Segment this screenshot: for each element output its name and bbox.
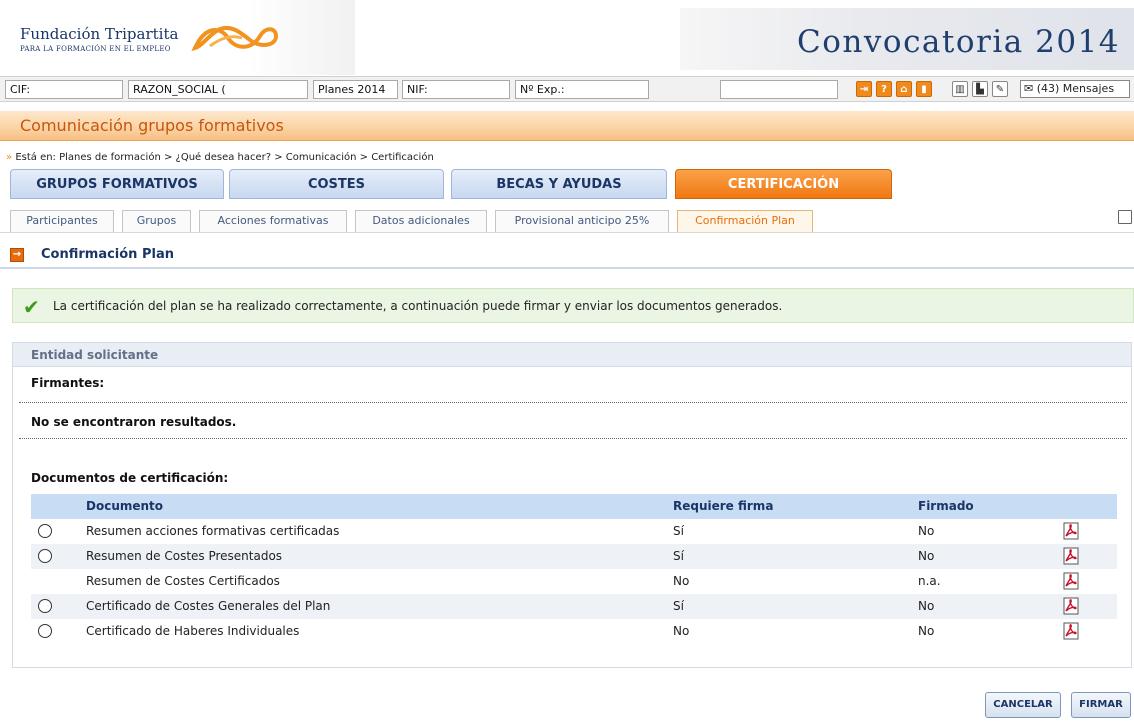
print-icon[interactable]: [1118, 210, 1132, 224]
pdf-icon[interactable]: [1063, 522, 1079, 540]
success-message: La certificación del plan se ha realizad…: [53, 299, 783, 313]
entidad-panel: Entidad solicitante Firmantes: No se enc…: [12, 342, 1132, 668]
sign-button[interactable]: FIRMAR: [1071, 692, 1131, 718]
breadcrumb-text[interactable]: Está en: Planes de formación > ¿Qué dese…: [15, 152, 433, 163]
table-row: Certificado de Costes Generales del Plan…: [31, 594, 1117, 619]
messages-button[interactable]: ✉ (43) Mensajes: [1020, 80, 1130, 98]
row-radio[interactable]: [38, 524, 52, 538]
requiere-firma-value: No: [673, 574, 690, 588]
documents-label: Documentos de certificación:: [31, 471, 229, 485]
panel-title: Entidad solicitante: [31, 348, 159, 362]
mail-icon: ✉: [1024, 82, 1034, 95]
requiere-firma-value: Sí: [673, 524, 684, 538]
section-bar: Comunicación grupos formativos: [0, 111, 1134, 141]
nif-field[interactable]: NIF:: [402, 80, 510, 99]
document-name: Certificado de Costes Generales del Plan: [86, 599, 331, 613]
pdf-icon[interactable]: [1063, 622, 1079, 640]
banner: Convocatoria 2014: [680, 8, 1134, 70]
firmado-value: No: [918, 549, 935, 563]
page-title: Confirmación Plan: [41, 247, 174, 262]
divider: [19, 438, 1127, 439]
cif-field[interactable]: CIF:: [5, 80, 123, 99]
banner-title: Convocatoria 2014: [797, 24, 1120, 60]
exp-field[interactable]: Nº Exp.:: [515, 80, 649, 99]
subtab-provisional-anticipo[interactable]: Provisional anticipo 25%: [495, 210, 669, 232]
table-row: Resumen acciones formativas certificadas…: [31, 519, 1117, 544]
pdf-icon[interactable]: [1063, 572, 1079, 590]
row-radio[interactable]: [38, 624, 52, 638]
building-icon[interactable]: ▥: [952, 81, 968, 97]
help-icon[interactable]: ?: [876, 81, 892, 97]
page-heading: → Confirmación Plan: [0, 241, 1134, 269]
document-name: Certificado de Haberes Individuales: [86, 624, 300, 638]
column-header-firmado: Firmado: [918, 499, 974, 513]
pdf-icon[interactable]: [1063, 547, 1079, 565]
tab-becas-y-ayudas[interactable]: BECAS Y AYUDAS: [451, 169, 667, 199]
logo-mark-icon: [191, 25, 279, 52]
requiere-firma-value: Sí: [673, 599, 684, 613]
home-icon[interactable]: ⌂: [896, 81, 912, 97]
table-header: Documento Requiere firma Firmado: [31, 494, 1117, 519]
column-header-requiere-firma: Requiere firma: [673, 499, 774, 513]
firmado-value: n.a.: [918, 574, 941, 588]
breadcrumb-arrow-icon: »: [6, 152, 13, 163]
subtab-datos-adicionales[interactable]: Datos adicionales: [355, 210, 487, 232]
success-message-box: ✔ La certificación del plan se ha realiz…: [12, 288, 1134, 323]
logo-subtitle: PARA LA FORMACIÓN EN EL EMPLEO: [20, 45, 171, 53]
section-title: Comunicación grupos formativos: [20, 116, 284, 135]
row-radio[interactable]: [38, 549, 52, 563]
table-row: Resumen de Costes Presentados Sí No: [31, 544, 1117, 569]
no-results-text: No se encontraron resultados.: [31, 415, 237, 429]
firmado-value: No: [918, 624, 935, 638]
requiere-firma-value: No: [673, 624, 690, 638]
firmantes-label: Firmantes:: [31, 376, 105, 390]
cancel-button[interactable]: CANCELAR: [985, 692, 1061, 718]
tab-grupos-formativos[interactable]: GRUPOS FORMATIVOS: [10, 169, 224, 199]
subtab-grupos[interactable]: Grupos: [122, 210, 191, 232]
logo[interactable]: Fundación Tripartita PARA LA FORMACIÓN E…: [0, 0, 355, 75]
subtabs-divider: [0, 232, 1134, 233]
tab-costes[interactable]: COSTES: [229, 169, 444, 199]
document-name: Resumen de Costes Presentados: [86, 549, 283, 563]
documents-icon[interactable]: ▮: [916, 81, 932, 97]
planes-field[interactable]: Planes 2014: [313, 80, 398, 99]
razon-social-field[interactable]: RAZON_SOCIAL (: [128, 80, 308, 99]
table-row: Resumen de Costes Certificados No n.a.: [31, 569, 1117, 594]
chart-icon[interactable]: ▙: [972, 81, 988, 97]
logo-title: Fundación Tripartita: [20, 25, 179, 43]
pdf-icon[interactable]: [1063, 597, 1079, 615]
requiere-firma-value: Sí: [673, 549, 684, 563]
column-header-documento: Documento: [86, 499, 164, 513]
subtab-acciones-formativas[interactable]: Acciones formativas: [199, 210, 347, 232]
table-row: Certificado de Haberes Individuales No N…: [31, 619, 1117, 644]
subtab-confirmacion-plan[interactable]: Confirmación Plan: [677, 210, 813, 232]
edit-icon[interactable]: ✎: [992, 81, 1008, 97]
messages-label: (43) Mensajes: [1036, 82, 1115, 95]
panel-header: Entidad solicitante: [13, 343, 1131, 367]
checkmark-icon: ✔: [23, 295, 40, 319]
document-name: Resumen acciones formativas certificadas: [86, 524, 340, 538]
breadcrumb: » Está en: Planes de formación > ¿Qué de…: [6, 152, 434, 163]
row-radio[interactable]: [38, 599, 52, 613]
subtab-participantes[interactable]: Participantes: [10, 210, 114, 232]
divider: [19, 402, 1127, 403]
firmado-value: No: [918, 599, 935, 613]
document-name: Resumen de Costes Certificados: [86, 574, 280, 588]
exit-icon[interactable]: ⇥: [856, 81, 872, 97]
search-input[interactable]: [720, 80, 838, 99]
arrow-right-icon: →: [10, 248, 24, 262]
tab-certificacion[interactable]: CERTIFICACIÓN: [675, 169, 892, 199]
firmado-value: No: [918, 524, 935, 538]
header: Fundación Tripartita PARA LA FORMACIÓN E…: [0, 0, 1134, 75]
info-bar: CIF: RAZON_SOCIAL ( Planes 2014 NIF: Nº …: [0, 76, 1134, 102]
